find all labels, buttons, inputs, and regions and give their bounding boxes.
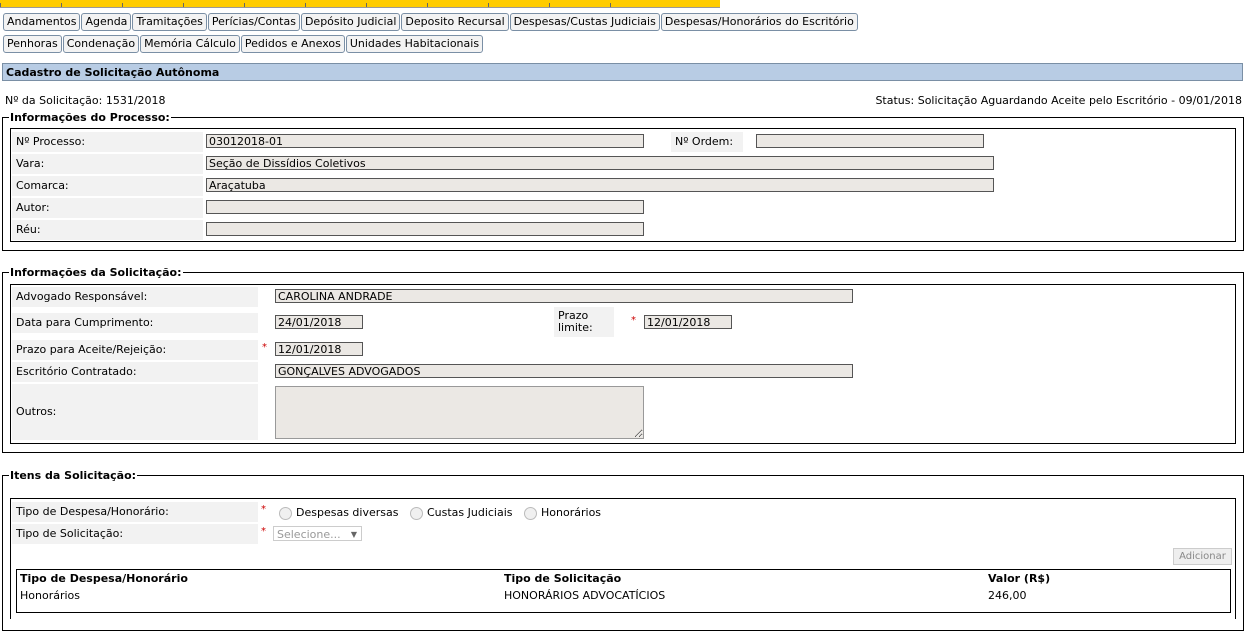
radio-label: Despesas diversas bbox=[296, 506, 399, 519]
tab-andamentos[interactable]: Andamentos bbox=[3, 13, 81, 31]
comarca-field[interactable]: Araçatuba bbox=[206, 178, 994, 192]
itens-table-frame: Tipo de Despesa/Honorário Tipo de Solici… bbox=[16, 569, 1231, 613]
itens-table: Tipo de Despesa/Honorário Tipo de Solici… bbox=[17, 570, 1230, 604]
radio-despesas-diversas[interactable]: Despesas diversas bbox=[279, 506, 399, 520]
advogado-label: Advogado Responsável: bbox=[12, 287, 258, 307]
tab-despesas-honorarios[interactable]: Despesas/Honorários do Escritório bbox=[660, 13, 858, 31]
tab-penhoras[interactable]: Penhoras bbox=[3, 35, 62, 53]
adicionar-button[interactable]: Adicionar bbox=[1173, 548, 1232, 565]
data-cumprimento-field[interactable]: 24/01/2018 bbox=[275, 315, 363, 329]
tab-tramitacoes[interactable]: Tramitações bbox=[132, 13, 207, 31]
tab-deposito-judicial[interactable]: Depósito Judicial bbox=[300, 13, 401, 31]
reu-label: Réu: bbox=[12, 220, 203, 240]
status-text: Status: Solicitação Aguardando Aceite pe… bbox=[875, 94, 1242, 107]
vara-label: Vara: bbox=[12, 154, 203, 174]
cell-tipo-solicitacao: HONORÁRIOS ADVOCATÍCIOS bbox=[504, 589, 666, 602]
solicitacao-panel: Advogado Responsável: CAROLINA ANDRADE D… bbox=[10, 284, 1236, 444]
tipo-despesa-required: * bbox=[261, 504, 266, 515]
vara-field[interactable]: Seção de Dissídios Coletivos bbox=[206, 156, 994, 170]
outros-label: Outros: bbox=[12, 384, 258, 440]
top-tab-bar bbox=[0, 0, 720, 8]
cell-tipo-despesa: Honorários bbox=[20, 589, 81, 602]
radio-honorarios[interactable]: Honorários bbox=[524, 506, 602, 520]
data-cumprimento-label: Data para Cumprimento: bbox=[12, 313, 258, 333]
radio-circle[interactable] bbox=[409, 506, 423, 520]
tab-deposito-recursal[interactable]: Deposito Recursal bbox=[401, 13, 509, 31]
comarca-label: Comarca: bbox=[12, 176, 203, 196]
itens-panel: Tipo de Despesa/Honorário: * Despesas di… bbox=[10, 498, 1236, 619]
tab-memoria-calculo[interactable]: Memória Cálculo bbox=[140, 35, 240, 53]
chevron-down-icon: ▼ bbox=[350, 530, 357, 539]
tipo-despesa-label: Tipo de Despesa/Honorário: bbox=[12, 502, 258, 522]
tab-pericias-contas[interactable]: Perícias/Contas bbox=[207, 13, 300, 31]
escritorio-label: Escritório Contratado: bbox=[12, 362, 258, 382]
select-value: Selecione... bbox=[277, 528, 341, 541]
autor-field[interactable] bbox=[206, 200, 644, 214]
prazo-aceite-label: Prazo para Aceite/Rejeição: bbox=[12, 340, 258, 360]
radio-label: Honorários bbox=[541, 506, 602, 519]
prazo-limite-required: * bbox=[631, 315, 636, 326]
numero-ordem-field[interactable] bbox=[756, 134, 984, 148]
processo-panel: Nº Processo: 03012018-01 Nº Ordem: Vara:… bbox=[10, 128, 1236, 242]
itens-legend: Itens da Solicitação: bbox=[10, 469, 137, 482]
escritorio-field[interactable]: GONÇALVES ADVOGADOS bbox=[275, 364, 853, 378]
table-row[interactable]: Honorários HONORÁRIOS ADVOCATÍCIOS 246,0… bbox=[17, 587, 1230, 604]
radio-circle[interactable] bbox=[524, 506, 538, 520]
tab-pedidos-anexos[interactable]: Pedidos e Anexos bbox=[240, 35, 345, 53]
subtab-row-1: Andamentos Agenda Tramitações Perícias/Cont… bbox=[3, 13, 859, 31]
subtab-row-2: Penhoras Condenação Memória Cálculo Pedidos… bbox=[3, 35, 484, 53]
prazo-limite-label: Prazo limite: bbox=[554, 307, 614, 337]
page-title: Cadastro de Solicitação Autônoma bbox=[2, 63, 1243, 81]
numero-processo-field[interactable]: 03012018-01 bbox=[206, 134, 644, 148]
prazo-limite-field[interactable]: 12/01/2018 bbox=[644, 315, 732, 329]
col-tipo-despesa: Tipo de Despesa/Honorário bbox=[20, 572, 188, 585]
numero-processo-label: Nº Processo: bbox=[12, 132, 203, 152]
tab-condenacao[interactable]: Condenação bbox=[62, 35, 140, 53]
tab-agenda[interactable]: Agenda bbox=[81, 13, 132, 31]
radio-circle[interactable] bbox=[279, 506, 292, 520]
cell-valor: 246,00 bbox=[988, 589, 1027, 602]
prazo-aceite-required: * bbox=[262, 342, 267, 353]
advogado-field[interactable]: CAROLINA ANDRADE bbox=[275, 289, 853, 303]
numero-ordem-label: Nº Ordem: bbox=[671, 132, 743, 152]
autor-label: Autor: bbox=[12, 198, 203, 218]
tab-despesas-custas[interactable]: Despesas/Custas Judiciais bbox=[509, 13, 660, 31]
col-tipo-solicitacao: Tipo de Solicitação bbox=[504, 572, 622, 585]
col-valor: Valor (R$) bbox=[988, 572, 1051, 585]
radio-label: Custas Judiciais bbox=[426, 506, 513, 519]
tipo-despesa-radio-group: Despesas diversas Custas Judiciais Honor… bbox=[279, 506, 609, 520]
tab-unidades-habitacionais[interactable]: Unidades Habitacionais bbox=[345, 35, 484, 53]
solicitacao-legend: Informações da Solicitação: bbox=[10, 266, 182, 279]
prazo-aceite-field[interactable]: 12/01/2018 bbox=[275, 342, 363, 356]
tipo-solicitacao-required: * bbox=[261, 526, 266, 537]
processo-legend: Informações do Processo: bbox=[10, 111, 170, 124]
radio-custas-judiciais[interactable]: Custas Judiciais bbox=[409, 506, 513, 520]
tipo-solicitacao-select[interactable]: Selecione... ▼ bbox=[273, 526, 362, 541]
table-header-row: Tipo de Despesa/Honorário Tipo de Solici… bbox=[17, 570, 1230, 587]
solicitacao-number: Nº da Solicitação: 1531/2018 bbox=[5, 94, 166, 107]
tipo-solicitacao-label: Tipo de Solicitação: bbox=[12, 524, 258, 544]
outros-textarea[interactable] bbox=[275, 386, 644, 439]
reu-field[interactable] bbox=[206, 222, 644, 236]
